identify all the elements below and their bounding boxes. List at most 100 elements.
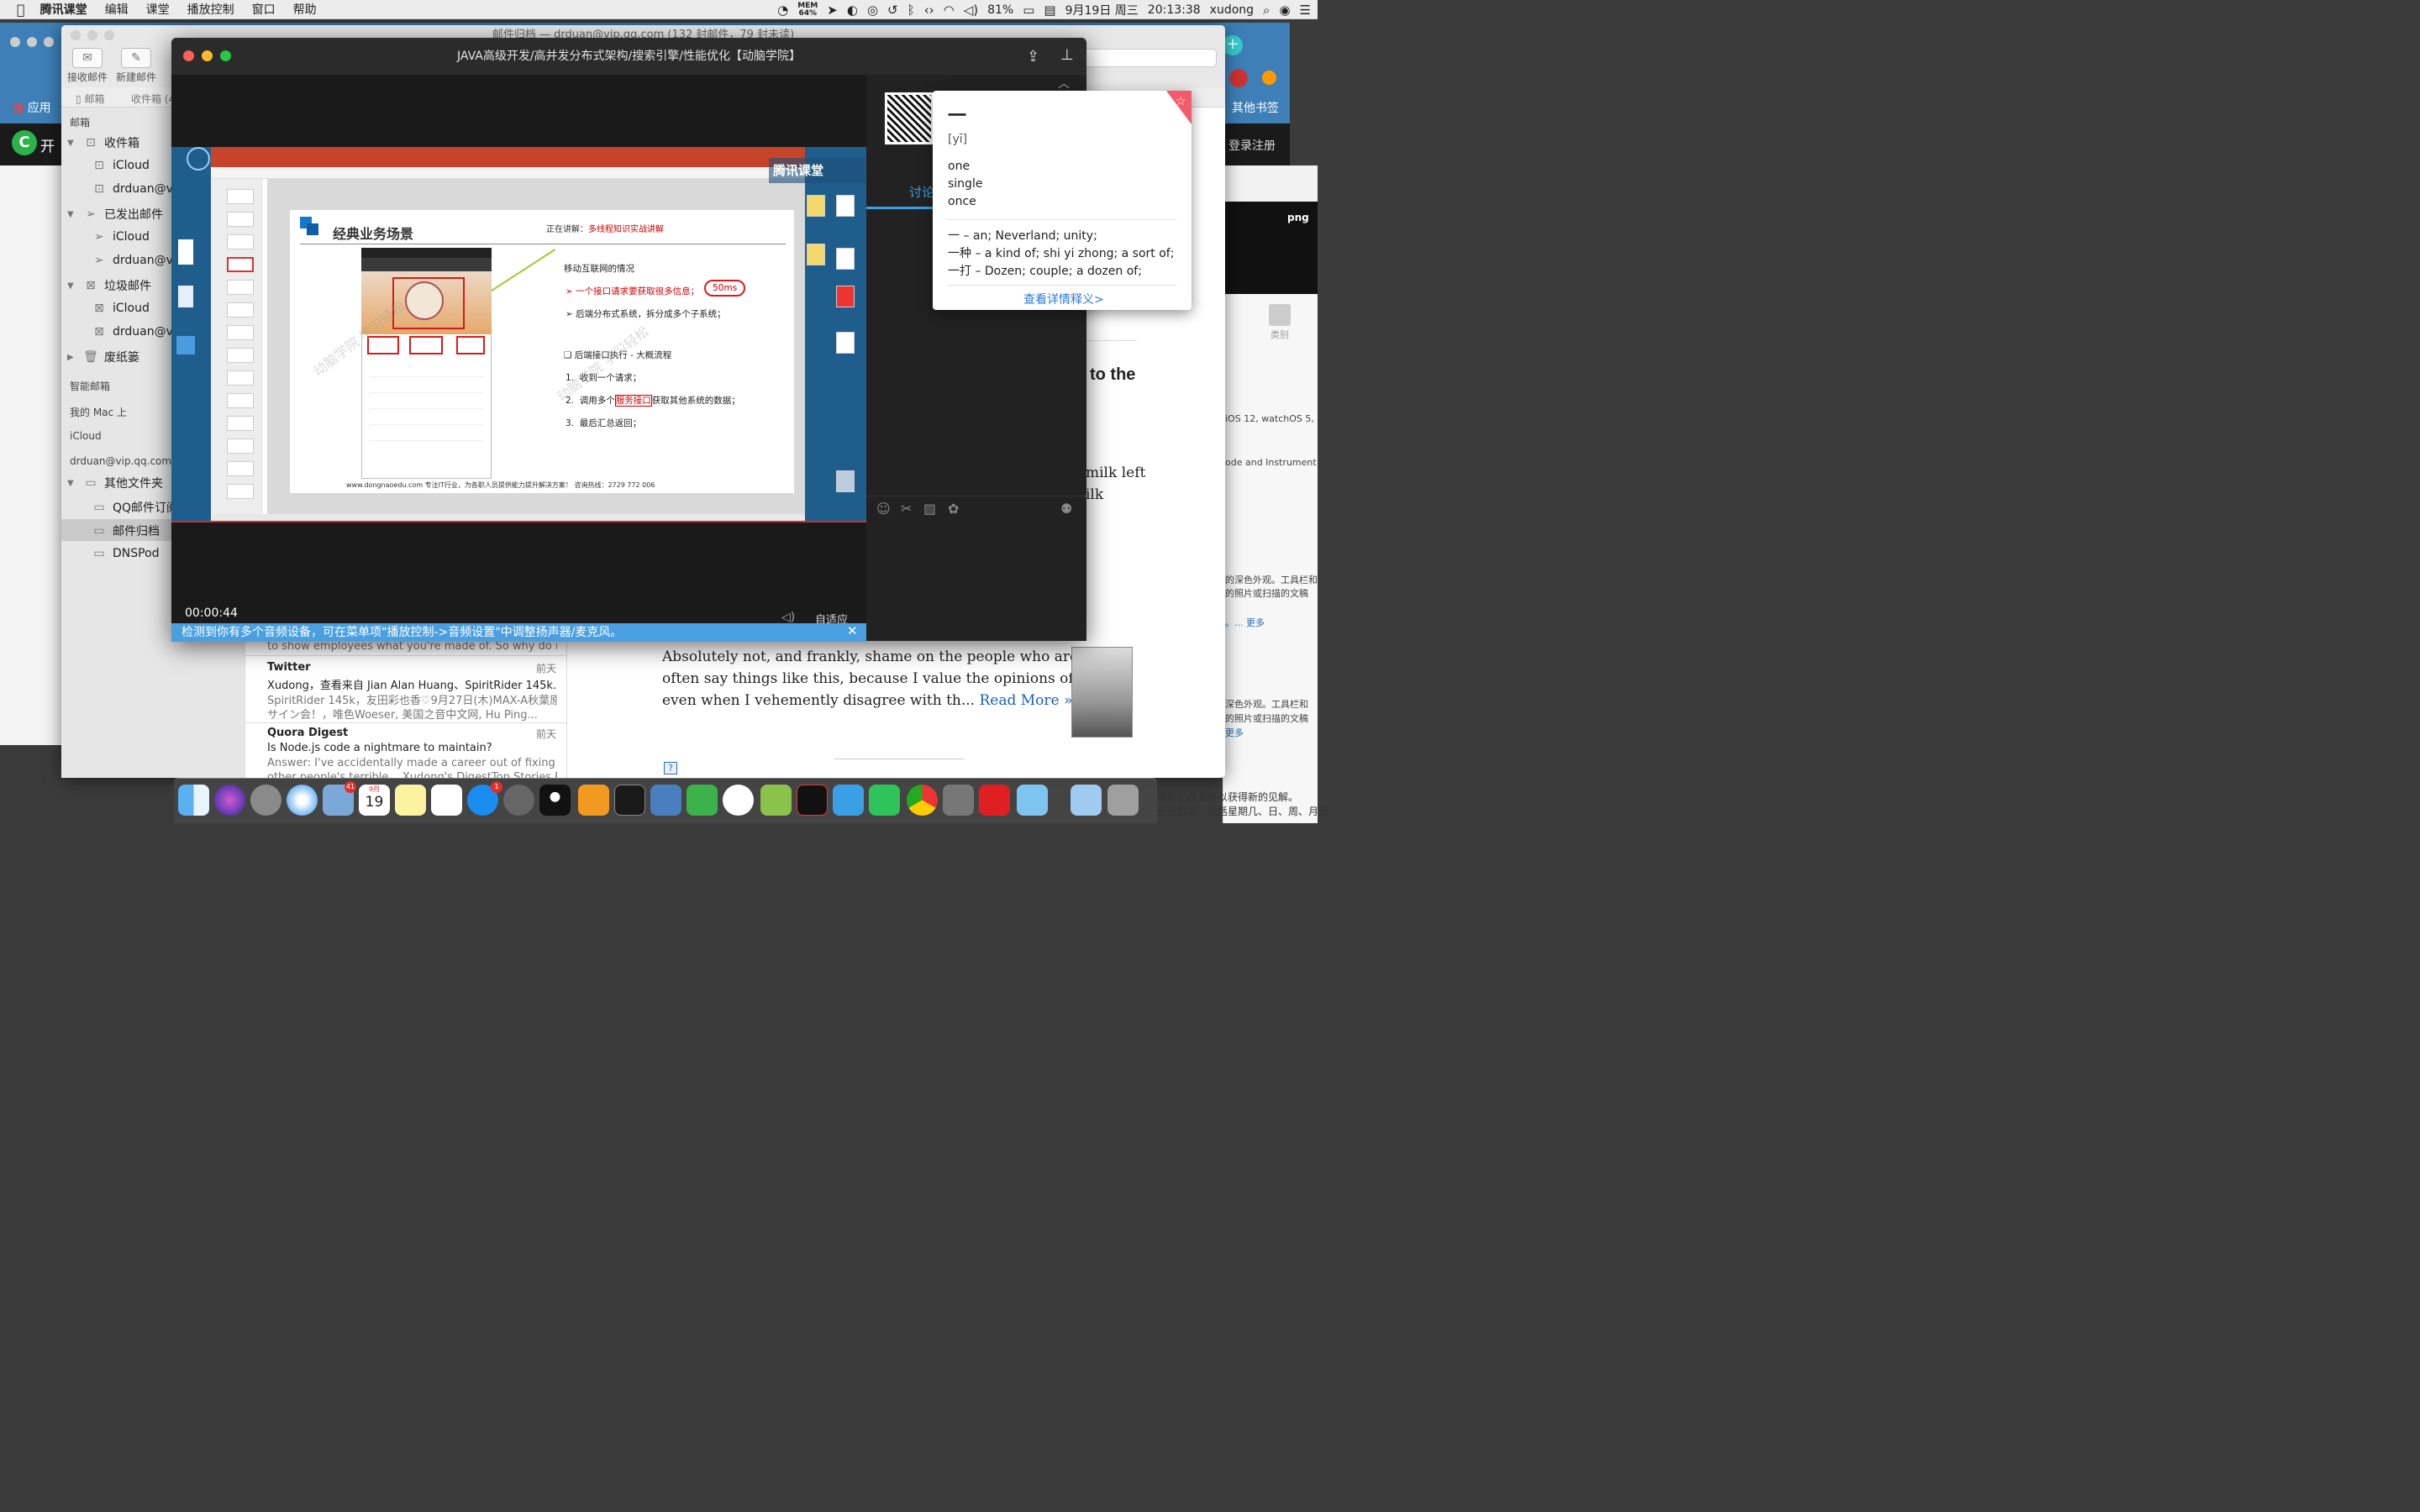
emoji-icon[interactable]: ☺ xyxy=(876,501,891,517)
menu-class[interactable]: 课堂 xyxy=(146,1,170,18)
wechat-icon[interactable] xyxy=(869,785,900,816)
menu-app-name[interactable]: 腾讯课堂 xyxy=(40,1,87,18)
menu-edit[interactable]: 编辑 xyxy=(105,1,129,18)
video-zoom-button[interactable] xyxy=(220,50,231,61)
launchpad-icon[interactable] xyxy=(250,785,281,816)
chevron-up-icon[interactable]: ︿ xyxy=(1058,75,1070,92)
site-logo-icon[interactable]: C xyxy=(12,130,37,155)
sidebar-sent-drduan[interactable]: ➢ drduan@v xyxy=(91,254,173,267)
bluetooth-icon[interactable]: ᛒ xyxy=(908,3,915,18)
xcode-icon[interactable] xyxy=(650,785,681,816)
wechat-icon[interactable]: ◎ xyxy=(867,3,878,18)
menubar-date[interactable]: 9月19日 周三 xyxy=(1065,2,1139,18)
new-mail-button[interactable]: ✎ 新建邮件 xyxy=(116,48,156,84)
message-sender-quora[interactable]: Quora Digest xyxy=(267,727,557,739)
app-icon[interactable] xyxy=(943,785,974,816)
message-sender-twitter[interactable]: Twitter xyxy=(267,661,557,674)
battery-icon[interactable]: ▭ xyxy=(1023,3,1034,18)
reminders-icon[interactable] xyxy=(431,785,462,816)
spotlight-icon[interactable]: ⌕ xyxy=(1263,3,1270,18)
sidebar-other-folders[interactable]: ▼ ▭ 其他文件夹 xyxy=(67,475,163,491)
sidebar-qq-subscription[interactable]: ▭ QQ邮件订阅 xyxy=(91,499,178,516)
menubar-user[interactable]: xudong xyxy=(1210,3,1254,17)
finder-icon[interactable] xyxy=(178,785,209,816)
menu-playback[interactable]: 播放控制 xyxy=(187,1,234,18)
moon-icon[interactable]: ◐ xyxy=(847,3,858,18)
share-icon[interactable]: ⇪ xyxy=(1027,48,1039,66)
sidebar-dnspod[interactable]: ▭ DNSPod xyxy=(91,547,159,560)
disclosure-triangle-icon[interactable]: ▼ xyxy=(67,210,77,219)
player-icon[interactable] xyxy=(833,785,864,816)
siri-icon[interactable]: ◉ xyxy=(1279,3,1290,18)
youdao-icon[interactable] xyxy=(979,785,1010,816)
memory-monitor[interactable]: MEM 64% xyxy=(797,2,818,18)
mail-close-button[interactable] xyxy=(71,30,81,40)
apple-menu-icon[interactable]:  xyxy=(17,2,25,18)
dictionary-more-link[interactable]: 查看详情释义> xyxy=(1023,291,1104,307)
menu-help[interactable]: 帮助 xyxy=(293,1,317,18)
safari-icon[interactable] xyxy=(287,785,318,816)
disclosure-triangle-icon[interactable]: ▼ xyxy=(67,479,77,488)
terminal-icon[interactable] xyxy=(614,785,645,816)
browser-close-button[interactable] xyxy=(10,37,20,47)
battery-percent[interactable]: 81% xyxy=(987,3,1013,17)
video-minimize-button[interactable] xyxy=(202,50,213,61)
star-icon[interactable]: ☆ xyxy=(1176,95,1186,108)
favorites-mailboxes[interactable]: ▯ 邮箱 xyxy=(76,92,104,106)
flower-icon[interactable]: ✿ xyxy=(948,501,959,517)
extension-orange-icon[interactable] xyxy=(1262,71,1276,85)
video-progress-bar[interactable] xyxy=(171,521,866,522)
sidebar-junk-drduan[interactable]: ⊠ drduan@v xyxy=(91,325,173,339)
video-close-button[interactable] xyxy=(183,50,194,61)
sidebar-junk-icloud[interactable]: ⊠ iCloud xyxy=(91,302,150,315)
user-icon[interactable]: ⚉ xyxy=(1060,501,1072,517)
flag-icon[interactable]: ▤ xyxy=(1044,3,1055,18)
scissors-icon[interactable]: ✂ xyxy=(901,501,912,517)
message-subject[interactable]: Is Node.js code a nightmare to maintain? xyxy=(267,742,557,754)
disclosure-triangle-icon[interactable]: ▼ xyxy=(67,139,77,148)
help-icon[interactable]: ? xyxy=(664,762,677,774)
code-icon[interactable]: ‹› xyxy=(924,3,934,18)
qq-icon[interactable] xyxy=(539,785,571,816)
sublime-icon[interactable] xyxy=(578,785,609,816)
disclosure-triangle-icon[interactable]: ▼ xyxy=(67,281,77,291)
volume-icon[interactable]: ◁) xyxy=(781,611,795,624)
site-logo-text[interactable]: 开 xyxy=(40,134,55,155)
register-link[interactable]: 注册 xyxy=(1252,137,1276,154)
tab-discussion[interactable]: 讨论 xyxy=(909,183,934,201)
login-link[interactable]: 登录 xyxy=(1228,137,1252,154)
right-more-link-1[interactable]: 。... 更多 xyxy=(1225,616,1265,629)
mail-minimize-button[interactable] xyxy=(87,30,97,40)
image-icon[interactable]: ▨ xyxy=(923,501,936,517)
other-bookmarks[interactable]: 其他书签 xyxy=(1232,99,1279,116)
sidebar-archive[interactable]: ▭ 邮件归档 xyxy=(91,522,160,539)
mail-zoom-button[interactable] xyxy=(104,30,114,40)
sidebar-trash[interactable]: ▶ 🗑 废纸篓 xyxy=(67,349,139,365)
siri-icon[interactable] xyxy=(214,785,245,816)
category-label[interactable]: 类别 xyxy=(1270,328,1289,341)
extension-icon[interactable] xyxy=(1229,69,1248,87)
intellij-icon[interactable] xyxy=(797,785,828,816)
mail-search-input[interactable] xyxy=(1084,49,1217,67)
notification-center-icon[interactable]: ☰ xyxy=(1300,3,1311,18)
favorites-inbox[interactable]: 收件箱 (4 xyxy=(131,92,175,106)
menu-window[interactable]: 窗口 xyxy=(252,1,276,18)
android-studio-icon[interactable] xyxy=(760,785,792,816)
menubar-time[interactable]: 20:13:38 xyxy=(1148,3,1201,17)
sidebar-sent-icloud[interactable]: ➢ iCloud xyxy=(91,230,150,244)
sidebar-inbox-drduan[interactable]: ⊡ drduan@v xyxy=(91,182,173,196)
facetime-icon[interactable] xyxy=(687,785,718,816)
sidebar-inbox[interactable]: ▼ ⊡ 收件箱 xyxy=(67,134,139,151)
chrome-icon[interactable] xyxy=(907,785,938,816)
notes-icon[interactable] xyxy=(395,785,426,816)
read-more-link[interactable]: Read More » xyxy=(979,692,1072,709)
browser-minimize-button[interactable] xyxy=(27,37,37,47)
right-more-link-2[interactable]: 更多 xyxy=(1225,726,1244,739)
calendar-icon[interactable]: 9月 19 xyxy=(359,785,390,816)
close-icon[interactable]: ✕ xyxy=(847,623,858,638)
browser-zoom-button[interactable] xyxy=(44,37,54,47)
send-icon[interactable]: ➤ xyxy=(827,3,838,18)
new-tab-button[interactable]: + xyxy=(1223,35,1243,55)
downloads-folder-icon[interactable] xyxy=(1071,785,1102,816)
system-preferences-icon[interactable] xyxy=(503,785,534,816)
